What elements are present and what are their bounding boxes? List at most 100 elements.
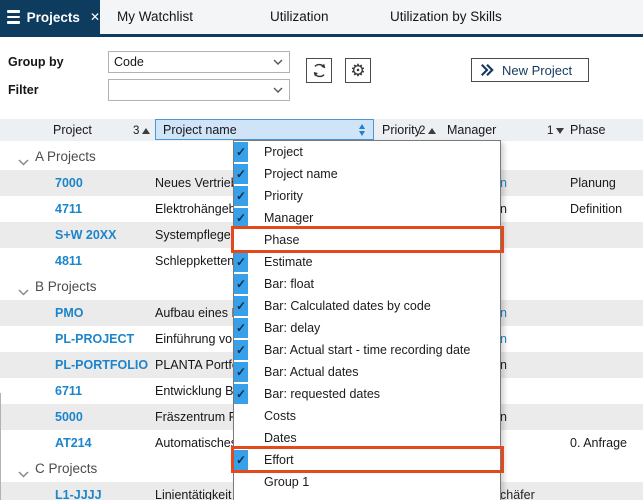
project-code-link[interactable]: 7000 — [55, 170, 83, 196]
checkbox-icon[interactable]: ✓ — [234, 252, 248, 272]
menu-item-project[interactable]: ✓Project — [234, 141, 500, 163]
refresh-icon — [311, 62, 328, 79]
menu-item-project-name[interactable]: ✓Project name — [234, 163, 500, 185]
project-name-cell: Entwicklung B — [155, 378, 234, 404]
project-code-link[interactable]: 5000 — [55, 404, 83, 430]
checkbox-icon[interactable]: ✓ — [234, 428, 248, 448]
checkbox-icon[interactable]: ✓ — [234, 208, 248, 228]
menu-item-costs[interactable]: ✓Costs — [234, 405, 500, 427]
menu-item-bar-actual-dates[interactable]: ✓Bar: Actual dates — [234, 361, 500, 383]
project-name-cell: Systempflege — [155, 222, 231, 248]
menu-item-manager[interactable]: ✓Manager — [234, 207, 500, 229]
check-mark-icon: ✓ — [236, 190, 246, 202]
filter-select[interactable] — [108, 79, 290, 101]
phase-cell: 0. Anfrage — [570, 430, 627, 456]
menu-item-estimate[interactable]: ✓Estimate — [234, 251, 500, 273]
menu-item-group-1[interactable]: ✓Group 1 — [234, 471, 500, 493]
checkbox-icon[interactable]: ✓ — [234, 186, 248, 206]
check-mark-icon: ✓ — [236, 146, 246, 158]
sort-indicator-priority: 2 — [419, 119, 436, 141]
sort-indicator-project: 3 — [133, 119, 150, 141]
refresh-button[interactable] — [306, 58, 332, 83]
menu-item-effort[interactable]: ✓Effort — [234, 449, 500, 471]
check-mark-icon: ✓ — [236, 454, 246, 466]
project-code-link[interactable]: PMO — [55, 300, 83, 326]
check-mark-icon: ✓ — [236, 366, 246, 378]
group-label: C Projects — [35, 456, 97, 482]
tab-utilization[interactable]: Utilization — [270, 0, 329, 34]
menu-item-phase[interactable]: ✓Phase — [234, 229, 500, 251]
column-header-project[interactable]: Project — [53, 119, 92, 141]
menu-item-bar-float[interactable]: ✓Bar: float — [234, 273, 500, 295]
checkbox-icon[interactable]: ✓ — [234, 406, 248, 426]
panel-edge-line — [0, 393, 1, 500]
project-name-cell: Neues Vertrieb — [155, 170, 238, 196]
chevron-down-icon — [273, 59, 283, 65]
column-header-manager[interactable]: Manager — [447, 119, 496, 141]
project-name-cell: Schleppketten — [155, 248, 234, 274]
project-code-link[interactable]: PL-PORTFOLIO — [55, 352, 148, 378]
sort-desc-icon — [556, 128, 564, 134]
sort-asc-icon — [142, 128, 150, 134]
project-code-link[interactable]: 4811 — [55, 248, 82, 274]
table-header: Project 3 Project name Priority 2 Manage… — [0, 119, 643, 141]
project-name-cell: Aufbau eines P — [155, 300, 240, 326]
chevron-down-icon[interactable] — [18, 465, 29, 483]
project-name-cell: Automatisches — [155, 430, 237, 456]
double-chevron-right-icon — [480, 63, 494, 77]
close-icon[interactable]: ✕ — [90, 10, 100, 24]
project-name-cell: Linientätigkeit — [155, 482, 231, 500]
chevron-down-icon — [273, 87, 283, 93]
check-mark-icon: ✓ — [236, 344, 246, 356]
tab-utilization-by-skills[interactable]: Utilization by Skills — [390, 0, 502, 34]
project-code-link[interactable]: PL-PROJECT — [55, 326, 134, 352]
chevron-down-icon[interactable] — [18, 283, 29, 301]
column-header-priority[interactable]: Priority — [382, 119, 421, 141]
group-label: A Projects — [35, 144, 96, 170]
checkbox-icon[interactable]: ✓ — [234, 384, 248, 404]
checkbox-icon[interactable]: ✓ — [234, 472, 248, 492]
menu-item-bar-delay[interactable]: ✓Bar: delay — [234, 317, 500, 339]
project-code-link[interactable]: L1-JJJJ — [55, 482, 102, 500]
check-mark-icon: ✓ — [236, 300, 246, 312]
menu-item-bar-calculated-dates-by-code[interactable]: ✓Bar: Calculated dates by code — [234, 295, 500, 317]
project-code-link[interactable]: 4711 — [55, 196, 82, 222]
menu-item-bar-actual-start-time-recording-date[interactable]: ✓Bar: Actual start - time recording date — [234, 339, 500, 361]
tab-projects[interactable]: Projects ✕ — [0, 0, 100, 34]
manager-cell-fragment: n — [500, 196, 507, 222]
menu-item-bar-requested-dates[interactable]: ✓Bar: requested dates — [234, 383, 500, 405]
checkbox-icon[interactable]: ✓ — [234, 164, 248, 184]
check-mark-icon: ✓ — [236, 388, 246, 400]
checkbox-icon[interactable]: ✓ — [234, 142, 248, 162]
group-label: B Projects — [35, 274, 97, 300]
sort-indicator-manager: 1 — [547, 119, 564, 141]
checkbox-icon[interactable]: ✓ — [234, 340, 248, 360]
checkbox-icon[interactable]: ✓ — [234, 274, 248, 294]
project-code-link[interactable]: AT214 — [55, 430, 92, 456]
chevron-down-icon[interactable] — [18, 153, 29, 171]
settings-button[interactable]: ⚙ — [345, 58, 371, 83]
phase-cell: Definition — [570, 196, 622, 222]
column-chooser-menu: ✓Project✓Project name✓Priority✓Manager✓P… — [233, 140, 501, 500]
column-header-project-name[interactable]: Project name — [155, 119, 374, 140]
tab-my-watchlist[interactable]: My Watchlist — [117, 0, 193, 34]
column-header-phase[interactable]: Phase — [570, 119, 605, 141]
gear-icon: ⚙ — [350, 62, 365, 79]
group-by-select[interactable]: Code — [108, 51, 290, 73]
sort-both-icon[interactable] — [359, 124, 365, 136]
checkbox-icon[interactable]: ✓ — [234, 230, 248, 250]
project-code-link[interactable]: 6711 — [55, 378, 82, 404]
tab-bar: Projects ✕ My Watchlist Utilization Util… — [0, 0, 643, 37]
project-code-link[interactable]: S+W 20XX — [55, 222, 117, 248]
checkbox-icon[interactable]: ✓ — [234, 362, 248, 382]
checkbox-icon[interactable]: ✓ — [234, 296, 248, 316]
menu-item-priority[interactable]: ✓Priority — [234, 185, 500, 207]
project-name-cell: PLANTA Portfo — [155, 352, 239, 378]
checkbox-icon[interactable]: ✓ — [234, 318, 248, 338]
checkbox-icon[interactable]: ✓ — [234, 450, 248, 470]
manager-cell-fragment: n — [500, 404, 507, 430]
new-project-button[interactable]: New Project — [471, 58, 589, 82]
menu-item-dates[interactable]: ✓Dates — [234, 427, 500, 449]
hamburger-menu-icon[interactable] — [7, 7, 20, 27]
manager-cell-fragment: n — [500, 170, 507, 196]
